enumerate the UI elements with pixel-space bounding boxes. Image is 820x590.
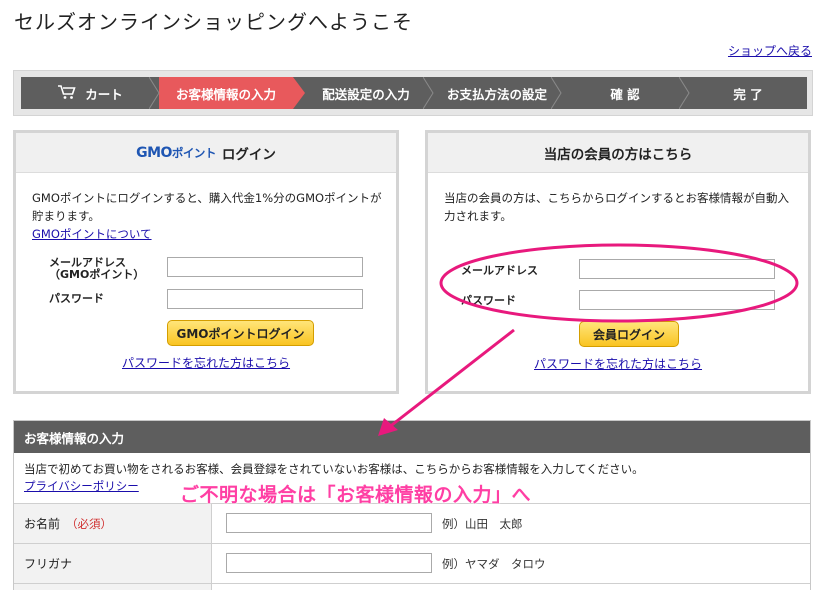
gmo-logo: GMOポイント [136,144,216,161]
gmo-panel-title: ログイン [221,146,276,163]
back-to-shop-link[interactable]: ショップへ戻る [728,42,812,59]
member-description: 当店の会員の方は、こちらからログインするとお客様情報が自動入力されます。 [444,191,789,223]
name-label: お名前 （必須） [14,504,212,543]
member-panel-title: 当店の会員の方はこちら [543,146,693,163]
furigana-example: 例）ヤマダ タロウ [442,557,546,571]
gmo-email-input[interactable] [167,257,363,277]
gmo-email-label: メールアドレス（GMOポイント） [49,256,145,281]
gmo-about-link[interactable]: GMOポイントについて [32,227,152,241]
member-password-input[interactable] [579,290,775,310]
chevron-right-icon [423,77,434,109]
gmo-login-button[interactable]: GMOポイントログイン [167,320,314,346]
member-forgot-password-link[interactable]: パスワードを忘れた方はこちら [534,355,702,372]
step-label: 完 了 [733,86,763,102]
chevron-right-icon [293,77,305,109]
step-label: お客様情報の入力 [175,86,276,102]
form-row-name: お名前 （必須） 例）山田 太郎 [14,503,810,543]
member-login-button[interactable]: 会員ログイン [579,321,679,347]
member-email-input[interactable] [579,259,775,279]
step-label: お支払方法の設定 [446,86,547,102]
member-panel-header: 当店の会員の方はこちら [428,133,808,173]
next-row-label [14,584,212,590]
furigana-input[interactable] [226,553,432,573]
step-confirm: 確 認 [561,77,689,109]
gmo-forgot-password-link[interactable]: パスワードを忘れた方はこちら [122,354,290,371]
step-payment: お支払方法の設定 [433,77,561,109]
step-customer-info: お客様情報の入力 [159,77,293,109]
member-login-panel: 当店の会員の方はこちら 当店の会員の方は、こちらからログインするとお客様情報が自… [425,130,811,394]
checkout-steps: カート お客様情報の入力 配送設定の入力 お支払方法の設定 確 認 完 了 [13,70,813,116]
chevron-right-icon [149,77,160,109]
gmo-password-input[interactable] [167,289,363,309]
chevron-right-icon [679,77,690,109]
step-cart: カート [21,77,159,109]
chevron-right-icon [551,77,562,109]
gmo-password-label: パスワード [49,292,104,305]
customer-section-title: お客様情報の入力 [14,421,810,453]
cart-icon [57,84,77,103]
member-email-label: メールアドレス [461,264,538,277]
page-title: セルズオンラインショッピングへようこそ [14,10,413,34]
gmo-panel-header: GMOポイント ログイン [16,133,396,173]
required-badge: （必須） [66,516,113,531]
member-password-label: パスワード [461,294,516,307]
form-row-furigana: フリガナ 例）ヤマダ タロウ [14,543,810,583]
step-shipping: 配送設定の入力 [307,77,425,109]
privacy-policy-link[interactable]: プライバシーポリシー [24,479,139,493]
step-label: 確 認 [610,86,640,102]
steps-track: カート お客様情報の入力 配送設定の入力 お支払方法の設定 確 認 完 了 [21,77,807,109]
name-input[interactable] [226,513,432,533]
gmo-login-panel: GMOポイント ログイン GMOポイントにログインすると、購入代金1%分のGMO… [13,130,399,394]
step-label: 配送設定の入力 [322,86,410,102]
step-label: カート [85,86,123,102]
furigana-label: フリガナ [14,544,212,583]
gmo-description: GMOポイントにログインすると、購入代金1%分のGMOポイントが貯まります。 G… [32,191,382,241]
annotation-text: ご不明な場合は「お客様情報の入力」へ [180,484,532,506]
form-row-next [14,583,810,590]
name-example: 例）山田 太郎 [442,517,523,531]
step-complete: 完 了 [689,77,807,109]
